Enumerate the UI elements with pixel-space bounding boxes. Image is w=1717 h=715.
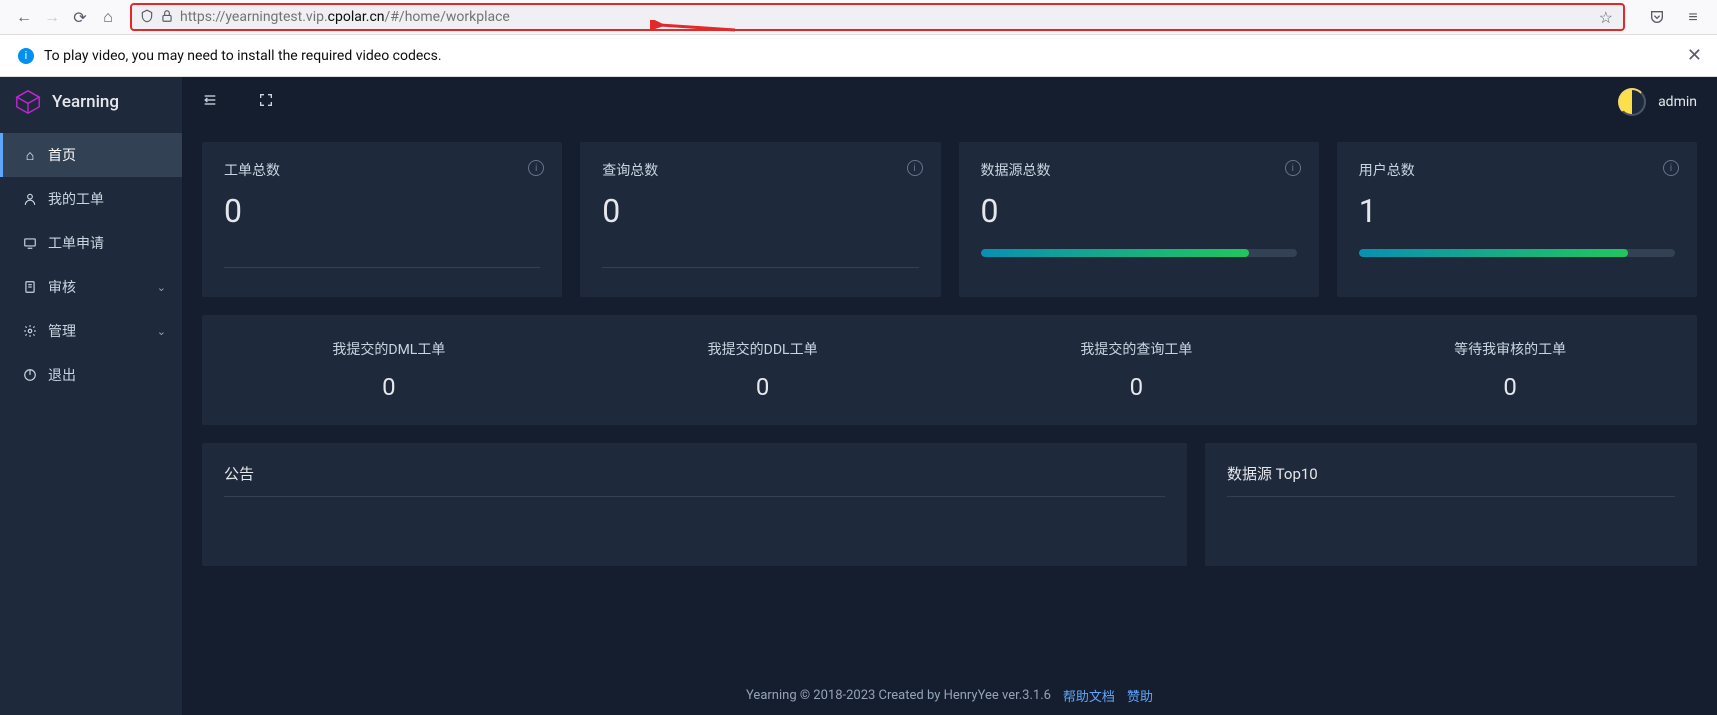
logout-icon xyxy=(22,368,38,382)
stat-card-orders: i 工单总数 0 xyxy=(202,142,562,297)
menu-label: 我的工单 xyxy=(48,189,104,209)
home-button[interactable]: ⌂ xyxy=(94,3,122,31)
datasource-top-panel: 数据源 Top10 xyxy=(1205,443,1697,566)
menu-label: 退出 xyxy=(48,365,76,385)
address-bar[interactable]: https://yearningtest.vip.cpolar.cn/#/hom… xyxy=(130,3,1625,31)
donate-link[interactable]: 赞助 xyxy=(1127,686,1153,705)
stat-value: 0 xyxy=(981,192,1297,230)
submission-summary: 我提交的DML工单 0 我提交的DDL工单 0 我提交的查询工单 0 等待我审核… xyxy=(202,315,1697,425)
footer: Yearning © 2018-2023 Created by HenryYee… xyxy=(182,675,1717,715)
menu-my-orders[interactable]: 我的工单 xyxy=(0,177,182,221)
pocket-icon[interactable] xyxy=(1643,3,1671,31)
info-icon[interactable]: i xyxy=(528,160,544,176)
refresh-button[interactable]: ⟳ xyxy=(66,3,94,31)
fullscreen-button[interactable] xyxy=(258,92,274,112)
back-button[interactable]: ← xyxy=(10,3,38,31)
submit-dml: 我提交的DML工单 0 xyxy=(202,339,576,401)
collapse-sidebar-button[interactable] xyxy=(202,92,218,112)
announcement-panel: 公告 xyxy=(202,443,1187,566)
close-notification-button[interactable]: ✕ xyxy=(1687,45,1702,66)
forward-button[interactable]: → xyxy=(38,3,66,31)
info-icon: i xyxy=(18,48,34,64)
codec-notification: i To play video, you may need to install… xyxy=(0,35,1717,77)
submit-label: 等待我审核的工单 xyxy=(1323,339,1697,359)
stat-card-queries: i 查询总数 0 xyxy=(580,142,940,297)
info-icon[interactable]: i xyxy=(1285,160,1301,176)
dashboard: i 工单总数 0 i 查询总数 0 i 数据源总数 0 xyxy=(182,127,1717,675)
menu-manage[interactable]: 管理 ⌄ xyxy=(0,309,182,353)
monitor-icon xyxy=(22,236,38,250)
menu-audit[interactable]: 审核 ⌄ xyxy=(0,265,182,309)
stat-title: 用户总数 xyxy=(1359,160,1675,180)
submit-ddl: 我提交的DDL工单 0 xyxy=(576,339,950,401)
menu-label: 管理 xyxy=(48,321,76,341)
sidebar: Yearning ⌂ 首页 我的工单 工单申请 审核 ⌄ 管理 xyxy=(0,77,182,715)
panels-row: 公告 数据源 Top10 xyxy=(202,443,1697,566)
url-text: https://yearningtest.vip.cpolar.cn/#/hom… xyxy=(180,9,1615,25)
topbar: admin xyxy=(182,77,1717,127)
menu-label: 工单申请 xyxy=(48,233,104,253)
app-root: Yearning ⌂ 首页 我的工单 工单申请 审核 ⌄ 管理 xyxy=(0,77,1717,715)
progress-bar xyxy=(981,249,1297,257)
menu-label: 首页 xyxy=(48,145,76,165)
panel-title: 数据源 Top10 xyxy=(1227,463,1675,484)
browser-toolbar: ← → ⟳ ⌂ https://yearningtest.vip.cpolar.… xyxy=(0,0,1717,35)
submit-value: 0 xyxy=(950,373,1324,401)
brand-name: Yearning xyxy=(52,92,119,112)
avatar[interactable] xyxy=(1618,88,1646,116)
submit-label: 我提交的查询工单 xyxy=(950,339,1324,359)
shield-icon xyxy=(140,8,154,27)
help-link[interactable]: 帮助文档 xyxy=(1063,686,1115,705)
submit-pending: 等待我审核的工单 0 xyxy=(1323,339,1697,401)
copyright: Yearning © 2018-2023 Created by HenryYee… xyxy=(746,688,1051,703)
bookmark-icon[interactable]: ☆ xyxy=(1599,8,1613,27)
stat-cards-row: i 工单总数 0 i 查询总数 0 i 数据源总数 0 xyxy=(202,142,1697,297)
clipboard-icon xyxy=(22,280,38,294)
notification-text: To play video, you may need to install t… xyxy=(44,48,442,64)
submit-value: 0 xyxy=(1323,373,1697,401)
progress-bar xyxy=(1359,249,1675,257)
stat-value: 0 xyxy=(602,192,918,230)
panel-title: 公告 xyxy=(224,463,1165,484)
lock-icon xyxy=(160,8,174,27)
home-icon: ⌂ xyxy=(22,147,38,164)
stat-card-users: i 用户总数 1 xyxy=(1337,142,1697,297)
submit-label: 我提交的DML工单 xyxy=(202,339,576,359)
user-icon xyxy=(22,192,38,206)
username[interactable]: admin xyxy=(1658,94,1697,110)
submit-value: 0 xyxy=(576,373,950,401)
stat-value: 1 xyxy=(1359,192,1675,230)
chevron-down-icon: ⌄ xyxy=(157,325,166,338)
info-icon[interactable]: i xyxy=(1663,160,1679,176)
menu-label: 审核 xyxy=(48,277,76,297)
logo[interactable]: Yearning xyxy=(0,77,182,127)
menu-home[interactable]: ⌂ 首页 xyxy=(0,133,182,177)
submit-value: 0 xyxy=(202,373,576,401)
stat-title: 数据源总数 xyxy=(981,160,1297,180)
menu-logout[interactable]: 退出 xyxy=(0,353,182,397)
info-icon[interactable]: i xyxy=(907,160,923,176)
main-content: admin i 工单总数 0 i 查询总数 0 i 数据 xyxy=(182,77,1717,715)
main-menu: ⌂ 首页 我的工单 工单申请 审核 ⌄ 管理 ⌄ xyxy=(0,127,182,715)
submit-label: 我提交的DDL工单 xyxy=(576,339,950,359)
gear-icon xyxy=(22,324,38,338)
stat-card-datasources: i 数据源总数 0 xyxy=(959,142,1319,297)
chevron-down-icon: ⌄ xyxy=(157,281,166,294)
stat-title: 查询总数 xyxy=(602,160,918,180)
stat-value: 0 xyxy=(224,192,540,230)
menu-icon[interactable]: ≡ xyxy=(1679,3,1707,31)
logo-icon xyxy=(14,88,42,116)
menu-order-apply[interactable]: 工单申请 xyxy=(0,221,182,265)
annotation-arrow xyxy=(650,20,740,50)
stat-title: 工单总数 xyxy=(224,160,540,180)
submit-query: 我提交的查询工单 0 xyxy=(950,339,1324,401)
